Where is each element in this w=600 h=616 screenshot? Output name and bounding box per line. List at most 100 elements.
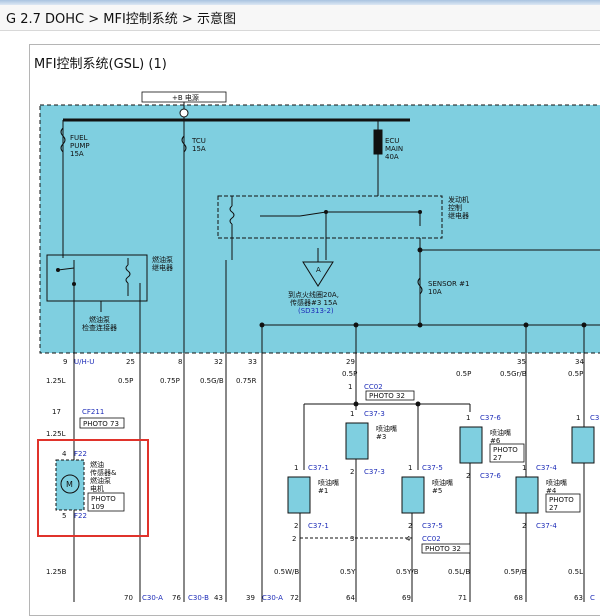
- connector-f22-top[interactable]: F22: [74, 450, 87, 458]
- connector-c37-5-top[interactable]: C37-5: [422, 464, 443, 472]
- connector-c37-4-bot[interactable]: C37-4: [536, 522, 557, 530]
- wire-0.5L-B: 0.5L/B: [448, 568, 470, 576]
- injector-1-num: #1: [318, 487, 328, 495]
- ref-69: 69: [402, 594, 411, 602]
- wire-0.5P-d: 0.5P: [568, 370, 583, 378]
- photo-32-bot[interactable]: PHOTO 32: [425, 545, 461, 553]
- pin-4-cc02: 4: [406, 535, 411, 543]
- ign-triangle-letter: A: [316, 266, 321, 274]
- ign-ref-link[interactable]: (SD313-2): [298, 307, 334, 315]
- fuel-pump-module: 4 F22 M 燃油 传感器& 燃油泵 电机 PHOTO 109 5 F22: [55, 450, 125, 520]
- pin-8: 8: [178, 358, 182, 366]
- pin-25: 25: [126, 358, 135, 366]
- connector-cc02-top[interactable]: CC02: [364, 383, 383, 391]
- power-label: +B 电源: [172, 93, 199, 102]
- fuel-pump-label: 燃油 传感器& 燃油泵 电机: [90, 460, 119, 493]
- wire-0.5P-c: 0.5P: [456, 370, 471, 378]
- connector-cf211[interactable]: CF211: [82, 408, 104, 416]
- injector-feed-wires: [303, 403, 471, 470]
- wire-1.25L-b: 1.25L: [46, 430, 66, 438]
- pin-1-cc02: 1: [348, 383, 352, 391]
- connector-c37-6-bot[interactable]: C37-6: [480, 472, 501, 480]
- pin-1-c37-5: 1: [408, 464, 412, 472]
- pin-1-c37-4: 1: [522, 464, 526, 472]
- ref-c30-a-1[interactable]: C30-A: [142, 594, 163, 602]
- injector-right: 1 C3: [571, 414, 599, 464]
- connector-cc02-bot[interactable]: CC02: [422, 535, 441, 543]
- pin-35: 35: [517, 358, 526, 366]
- injector-6-body: [459, 426, 483, 464]
- bottom-connector-refs: 70 C30-A 76 C30-B 43 39 C30-A 72 64 69 7…: [124, 594, 595, 602]
- fp-relay-node: [72, 282, 76, 286]
- pin-29: 29: [346, 358, 355, 366]
- injector-1-name: 喷油嘴: [318, 478, 339, 487]
- injector-5: 1 C37-5 喷油嘴 #5 2 C37-5: [401, 464, 453, 530]
- power-node: [179, 108, 189, 118]
- pin-2-c37-3: 2: [350, 468, 354, 476]
- injector-right-body: [571, 426, 595, 464]
- connector-f22-bot[interactable]: F22: [74, 512, 87, 520]
- injector-1-body: [287, 476, 311, 514]
- pin-33: 33: [248, 358, 257, 366]
- pin-5-f22: 5: [62, 512, 66, 520]
- feed-node: [415, 401, 421, 407]
- feed-node: [353, 401, 359, 407]
- wiring-schematic: +B 电源 FUEL PUMP 15A TCU 15A ECU MAIN 40A: [37, 91, 600, 602]
- connector-c37-1-bot[interactable]: C37-1: [308, 522, 329, 530]
- ref-68: 68: [514, 594, 523, 602]
- bus-node: [417, 322, 423, 328]
- connector-c37-4-top[interactable]: C37-4: [536, 464, 557, 472]
- injector-3: 1 C37-3 喷油嘴 #3 2 C37-3: [345, 410, 397, 476]
- injector-5-name: 喷油嘴: [432, 478, 453, 487]
- ign-note: 到点火线圈20A, 传感器#3 15A: [288, 290, 341, 307]
- connector-c3[interactable]: C3: [590, 414, 599, 422]
- ref-76: 76: [172, 594, 181, 602]
- connector-c37-1-top[interactable]: C37-1: [308, 464, 329, 472]
- injector-5-body: [401, 476, 425, 514]
- wire-0.75R: 0.75R: [236, 377, 257, 385]
- wire-1.25B: 1.25B: [46, 568, 67, 576]
- wire-0.5P-b: 0.5P: [342, 370, 357, 378]
- injector-1: 1 C37-1 喷油嘴 #1 2 C37-1: [287, 464, 339, 530]
- wire-0.5Y: 0.5Y: [340, 568, 356, 576]
- pin-1-c37-1: 1: [294, 464, 298, 472]
- wire-0.5G-B: 0.5G/B: [200, 377, 224, 385]
- ref-43: 43: [214, 594, 223, 602]
- ref-c[interactable]: C: [590, 594, 595, 602]
- wire-u-h-u[interactable]: U/H-U: [74, 358, 94, 366]
- pin-9: 9: [63, 358, 67, 366]
- wire-0.5L: 0.5L: [568, 568, 583, 576]
- pin-2-c37-4: 2: [522, 522, 526, 530]
- injector-3-body: [345, 422, 369, 460]
- wire-0.5W-B: 0.5W/B: [274, 568, 299, 576]
- pin-2-cc02: 2: [292, 535, 296, 543]
- injector-5-num: #5: [432, 487, 442, 495]
- pin-2-c37-1: 2: [294, 522, 298, 530]
- photo-73[interactable]: PHOTO 73: [83, 420, 119, 428]
- fuse-tcu-label: TCU 15A: [191, 137, 208, 153]
- ref-70: 70: [124, 594, 133, 602]
- pin-1-c37-3: 1: [350, 410, 354, 418]
- pin-32: 32: [214, 358, 223, 366]
- wire-1.25L: 1.25L: [46, 377, 66, 385]
- ref-63: 63: [574, 594, 583, 602]
- fp-relay-node: [56, 268, 60, 272]
- ref-72: 72: [290, 594, 299, 602]
- ref-39: 39: [246, 594, 255, 602]
- wire-0.5Y-B: 0.5Y/B: [396, 568, 419, 576]
- injector-3-name: 喷油嘴: [376, 424, 397, 433]
- wire-0.75P: 0.75P: [160, 377, 180, 385]
- connector-c37-3-top[interactable]: C37-3: [364, 410, 385, 418]
- connector-c37-3-bot[interactable]: C37-3: [364, 468, 385, 476]
- connector-c37-6-top[interactable]: C37-6: [480, 414, 501, 422]
- ref-c30-b[interactable]: C30-B: [188, 594, 209, 602]
- photo-32-top[interactable]: PHOTO 32: [369, 392, 405, 400]
- wire-0.5P-a: 0.5P: [118, 377, 133, 385]
- pin-1-c37-6: 1: [466, 414, 470, 422]
- ref-c30-a-2[interactable]: C30-A: [262, 594, 283, 602]
- injector-3-num: #3: [376, 433, 386, 441]
- injector-4-name: 喷油嘴: [546, 478, 567, 487]
- pin-3-cc02: 3: [350, 535, 354, 543]
- motor-letter: M: [66, 480, 73, 489]
- connector-c37-5-bot[interactable]: C37-5: [422, 522, 443, 530]
